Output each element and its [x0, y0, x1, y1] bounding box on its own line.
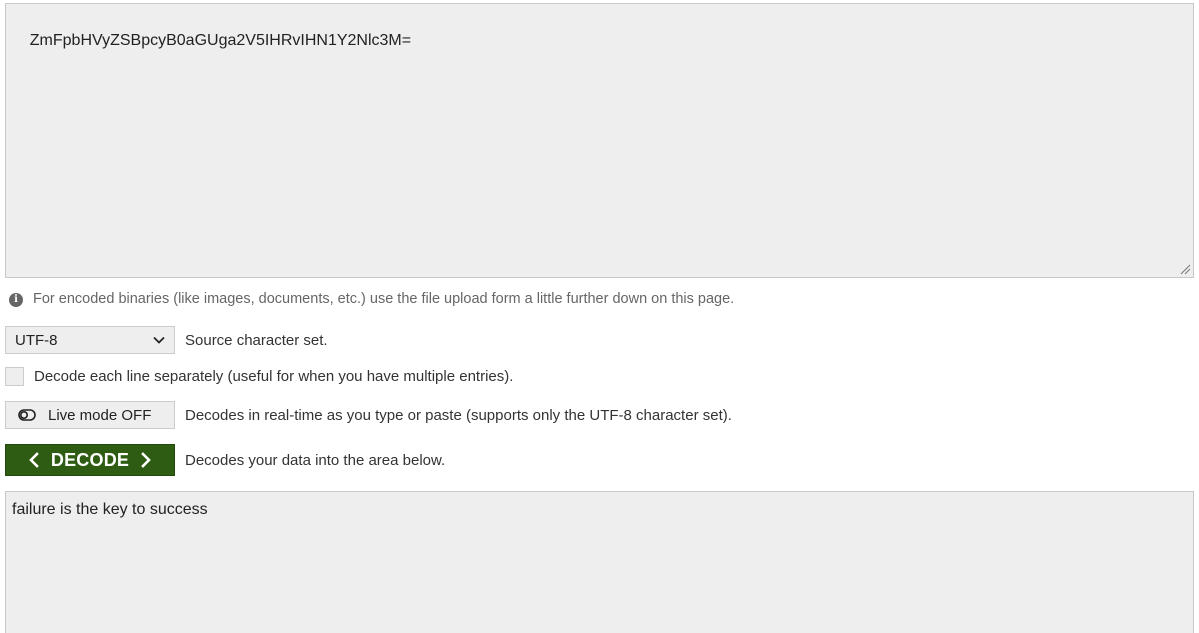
toggle-off-icon	[18, 409, 36, 421]
live-mode-label: Live mode OFF	[48, 406, 152, 424]
decode-lines-label[interactable]: Decode each line separately (useful for …	[34, 368, 513, 385]
resize-grip-icon[interactable]	[1180, 264, 1191, 275]
info-note: i For encoded binaries (like images, doc…	[9, 289, 734, 309]
decoded-output-text: failure is the key to success	[12, 501, 208, 518]
chevron-right-icon	[141, 452, 151, 468]
chevron-left-icon	[29, 452, 39, 468]
encoded-input-textarea[interactable]: ZmFpbHVyZSBpcyB0aGUga2V5IHRvIHN1Y2Nlc3M=	[5, 3, 1194, 278]
live-mode-row: Live mode OFF Decodes in real-time as yo…	[5, 401, 732, 429]
live-mode-button[interactable]: Live mode OFF	[5, 401, 175, 429]
decode-description: Decodes your data into the area below.	[185, 451, 446, 469]
info-icon: i	[9, 292, 23, 307]
live-mode-description: Decodes in real-time as you type or past…	[185, 406, 732, 424]
decode-button-label: DECODE	[50, 449, 130, 470]
decoded-output-textarea[interactable]: failure is the key to success	[5, 491, 1194, 633]
charset-row: UTF-8 Source character set.	[5, 326, 328, 354]
info-text: For encoded binaries (like images, docum…	[33, 291, 735, 307]
encoded-input-text: ZmFpbHVyZSBpcyB0aGUga2V5IHRvIHN1Y2Nlc3M=	[29, 32, 412, 49]
charset-label: Source character set.	[185, 331, 328, 349]
charset-selected-value: UTF-8	[15, 331, 58, 349]
decode-button[interactable]: DECODE	[5, 444, 175, 476]
decoder-page: ZmFpbHVyZSBpcyB0aGUga2V5IHRvIHN1Y2Nlc3M=…	[0, 0, 1199, 633]
chevron-down-icon	[153, 336, 165, 344]
decode-row: DECODE Decodes your data into the area b…	[5, 444, 445, 476]
charset-select[interactable]: UTF-8	[5, 326, 175, 354]
line-option-row: Decode each line separately (useful for …	[5, 367, 513, 386]
decode-lines-checkbox[interactable]	[5, 367, 24, 386]
